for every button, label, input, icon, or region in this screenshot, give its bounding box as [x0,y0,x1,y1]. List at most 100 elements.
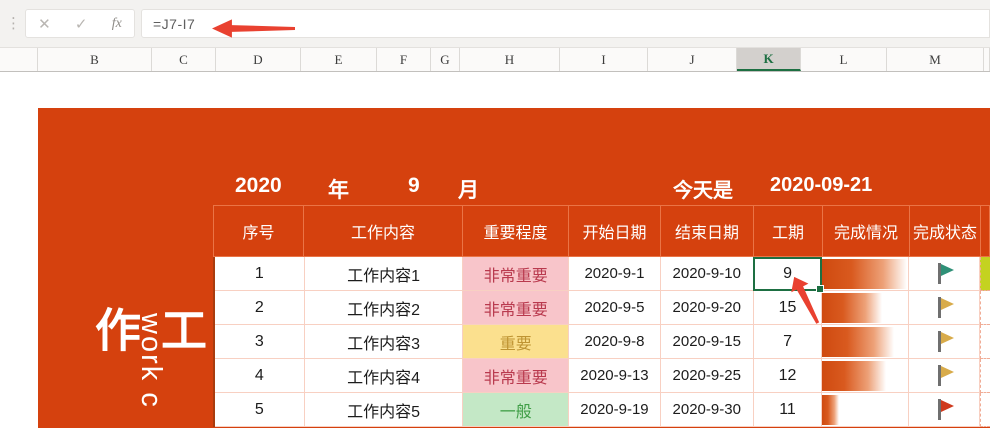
cell-progress[interactable] [822,359,910,393]
work-plan-table: 2020 年 9 月 今天是 2020-09-21 序号 工作内容 重要程度 开始日期… [213,172,990,427]
table-header-cell[interactable]: 完成状态 [909,205,980,257]
cell-status[interactable] [909,291,981,325]
flag-yellow-icon [935,365,955,386]
cell-progress[interactable] [822,325,910,359]
cell-end-date[interactable]: 2020-9-10 [660,257,754,291]
cell-end-date[interactable]: 2020-9-25 [660,359,754,393]
table-header-cell[interactable]: 工期 [753,205,822,257]
progress-bar [822,292,882,323]
table-body: 1 工作内容1 非常重要 2020-9-1 2020-9-10 9 2 工作内容2 非常重要 20… [213,257,990,427]
cell-content[interactable]: 工作内容1 [304,257,464,291]
cell-priority[interactable]: 非常重要 [463,257,570,291]
cell-right-strip[interactable] [980,393,990,427]
cell-index[interactable]: 2 [215,291,305,325]
cell-index[interactable]: 3 [215,325,305,359]
cancel-icon[interactable]: ✕ [38,15,51,33]
cell-status[interactable] [909,393,981,427]
selected-cell-outline[interactable] [753,257,824,293]
cell-status[interactable] [909,257,981,291]
cell-start-date[interactable]: 2020-9-5 [569,291,661,325]
cell-progress[interactable] [822,291,910,325]
cell-index[interactable]: 4 [215,359,305,393]
cell-priority[interactable]: 一般 [463,393,570,427]
cell-end-date[interactable]: 2020-9-20 [660,291,754,325]
flag-cloth [941,264,955,276]
formula-text: =J7-I7 [153,15,196,32]
column-header-L[interactable]: L [801,48,887,71]
table-row: 3 工作内容3 重要 2020-9-8 2020-9-15 7 [215,325,990,359]
title-month-label: 月 [458,179,479,202]
flag-cloth [941,298,955,310]
flag-yellow-icon [935,297,955,318]
column-header-D[interactable]: D [216,48,301,71]
table-row: 4 工作内容4 非常重要 2020-9-13 2020-9-25 12 [215,359,990,393]
formula-input[interactable]: =J7-I7 [141,9,990,38]
table-header-cell[interactable]: 序号 [213,205,303,257]
cell-start-date[interactable]: 2020-9-19 [569,393,661,427]
column-header-E[interactable]: E [301,48,377,71]
cell-right-strip[interactable] [980,257,990,291]
column-header-I[interactable]: I [560,48,648,71]
sheet-banner: 工作 work c 2020 年 9 月 今天是 2020-09-21 序号 工作… [38,108,990,428]
cell-priority[interactable]: 非常重要 [463,291,570,325]
cell-duration[interactable]: 11 [753,393,823,427]
cell-index[interactable]: 1 [215,257,305,291]
cell-start-date[interactable]: 2020-9-8 [569,325,661,359]
column-header-sliver [984,48,990,71]
flag-red-icon [935,399,955,420]
table-header-cell[interactable]: 开始日期 [568,205,660,257]
title-today-date: 2020-09-21 [770,174,873,196]
cell-start-date[interactable]: 2020-9-1 [569,257,661,291]
table-row: 5 工作内容5 一般 2020-9-19 2020-9-30 11 [215,393,990,427]
cell-content[interactable]: 工作内容5 [304,393,464,427]
progress-bar [822,326,895,357]
flag-yellow-icon [935,331,955,352]
formula-buttons-group: ✕ ✓ fx [25,9,135,38]
column-headers: BCDEFGHIJKLM [0,48,990,72]
title-month: 9 [408,174,420,197]
cell-duration[interactable]: 12 [753,359,823,393]
cell-index[interactable]: 5 [215,393,305,427]
column-header-F[interactable]: F [377,48,431,71]
column-header-G[interactable]: G [431,48,460,71]
cell-right-strip[interactable] [980,291,990,325]
vertical-title-en: work c [135,313,167,409]
column-header-M[interactable]: M [887,48,984,71]
table-header-sliver[interactable] [980,205,990,257]
flag-green-icon [935,263,955,284]
drag-handle-icon[interactable]: ⋮ [6,14,21,34]
progress-bar [822,394,839,425]
cell-status[interactable] [909,325,981,359]
cell-start-date[interactable]: 2020-9-13 [569,359,661,393]
table-header-cell[interactable]: 结束日期 [660,205,753,257]
column-header-J[interactable]: J [648,48,737,71]
cell-end-date[interactable]: 2020-9-30 [660,393,754,427]
table-header-cell[interactable]: 完成情况 [822,205,909,257]
cell-priority[interactable]: 重要 [463,325,570,359]
table-header-cell[interactable]: 重要程度 [462,205,568,257]
column-header-K[interactable]: K [737,48,801,71]
cell-content[interactable]: 工作内容2 [304,291,464,325]
cell-progress[interactable] [822,257,910,291]
column-header-C[interactable]: C [152,48,216,71]
table-row: 1 工作内容1 非常重要 2020-9-1 2020-9-10 9 [215,257,990,291]
table-header-cell[interactable]: 工作内容 [303,205,462,257]
column-header-H[interactable]: H [460,48,560,71]
cell-end-date[interactable]: 2020-9-15 [660,325,754,359]
cell-duration[interactable]: 7 [753,325,823,359]
confirm-icon[interactable]: ✓ [75,15,88,33]
title-year-label: 年 [328,179,349,202]
column-header-B[interactable]: B [38,48,152,71]
progress-bar [822,258,907,289]
table-title-row[interactable]: 2020 年 9 月 今天是 2020-09-21 [213,172,990,205]
cell-right-strip[interactable] [980,359,990,393]
cell-priority[interactable]: 非常重要 [463,359,570,393]
cell-status[interactable] [909,359,981,393]
insert-function-icon[interactable]: fx [112,16,122,32]
column-header-sliver [0,48,38,71]
cell-content[interactable]: 工作内容4 [304,359,464,393]
flag-cloth [941,400,955,412]
cell-right-strip[interactable] [980,325,990,359]
cell-content[interactable]: 工作内容3 [304,325,464,359]
cell-progress[interactable] [822,393,910,427]
